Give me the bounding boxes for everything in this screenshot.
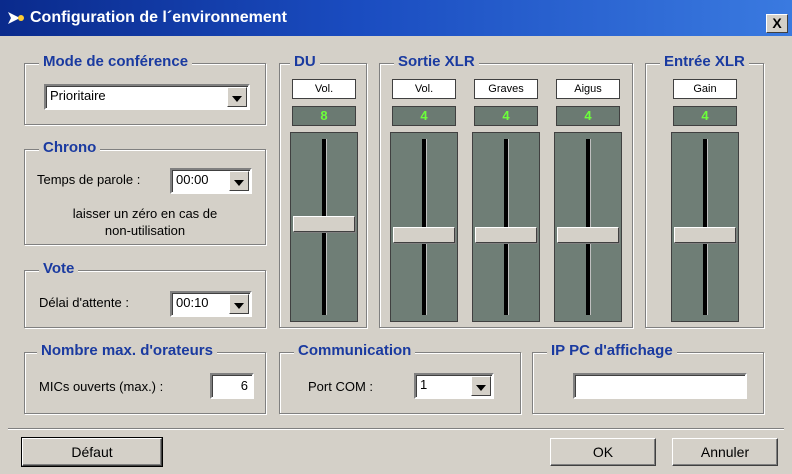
chrono-title: Chrono bbox=[39, 139, 101, 156]
app-icon bbox=[8, 12, 24, 24]
chrono-value: 00:00 bbox=[176, 172, 209, 187]
config-dialog: Configuration de l´environnement X Mode … bbox=[0, 0, 792, 474]
orateurs-value: 6 bbox=[240, 378, 248, 393]
mode-select[interactable]: Prioritaire bbox=[44, 84, 250, 110]
sortie-aigus-value: 4 bbox=[556, 106, 620, 126]
communication-label: Port COM : bbox=[308, 379, 374, 394]
cancel-button[interactable]: Annuler bbox=[672, 438, 778, 466]
chevron-down-icon[interactable] bbox=[227, 87, 247, 107]
vote-title: Vote bbox=[39, 260, 79, 277]
entree-gain-label: Gain bbox=[673, 79, 737, 99]
slider-knob[interactable] bbox=[293, 215, 355, 232]
entree-group: Entrée XLR Gain 4 bbox=[645, 53, 764, 328]
sortie-graves-slider[interactable] bbox=[472, 132, 540, 322]
vote-value: 00:10 bbox=[176, 295, 209, 310]
chevron-down-icon[interactable] bbox=[471, 376, 491, 396]
default-button-label: Défaut bbox=[71, 444, 113, 460]
sortie-title: Sortie XLR bbox=[394, 53, 479, 70]
chrono-select[interactable]: 00:00 bbox=[170, 168, 252, 194]
vote-label: Délai d'attente : bbox=[39, 295, 129, 310]
chevron-down-icon[interactable] bbox=[229, 171, 249, 191]
chevron-down-icon[interactable] bbox=[229, 294, 249, 314]
du-title: DU bbox=[290, 53, 320, 70]
default-button[interactable]: Défaut bbox=[21, 437, 163, 467]
chrono-group: Chrono Temps de parole : 00:00 laisser u… bbox=[24, 139, 266, 245]
ip-group: IP PC d'affichage bbox=[532, 342, 764, 414]
cancel-button-label: Annuler bbox=[700, 444, 750, 460]
entree-gain-slider[interactable] bbox=[671, 132, 739, 322]
chrono-label: Temps de parole : bbox=[37, 172, 141, 187]
mode-group: Mode de conférence Prioritaire bbox=[24, 53, 266, 125]
entree-title: Entrée XLR bbox=[660, 53, 749, 70]
chrono-note-line1: laisser un zéro en cas de bbox=[72, 206, 218, 221]
orateurs-input[interactable]: 6 bbox=[210, 373, 254, 399]
sortie-vol-value: 4 bbox=[392, 106, 456, 126]
vote-group: Vote Délai d'attente : 00:10 bbox=[24, 260, 266, 328]
vote-select[interactable]: 00:10 bbox=[170, 291, 252, 317]
close-button[interactable]: X bbox=[766, 14, 788, 33]
orateurs-group: Nombre max. d'orateurs MICs ouverts (max… bbox=[24, 342, 266, 414]
slider-knob[interactable] bbox=[674, 227, 736, 243]
du-vol-value: 8 bbox=[292, 106, 356, 126]
sortie-vol-label: Vol. bbox=[392, 79, 456, 99]
port-com-select[interactable]: 1 bbox=[414, 373, 494, 399]
communication-title: Communication bbox=[294, 342, 416, 359]
sortie-graves-value: 4 bbox=[474, 106, 538, 126]
slider-knob[interactable] bbox=[557, 227, 619, 243]
du-group: DU Vol. 8 bbox=[279, 53, 367, 328]
ip-input[interactable] bbox=[573, 373, 747, 399]
ok-button-label: OK bbox=[592, 444, 614, 460]
chrono-note-line2: non-utilisation bbox=[104, 223, 186, 238]
slider-knob[interactable] bbox=[475, 227, 537, 243]
separator bbox=[8, 428, 784, 430]
sortie-graves-label: Graves bbox=[474, 79, 538, 99]
mode-value: Prioritaire bbox=[50, 88, 106, 103]
orateurs-label: MICs ouverts (max.) : bbox=[39, 379, 164, 394]
mode-title: Mode de conférence bbox=[39, 53, 193, 70]
port-com-value: 1 bbox=[420, 377, 428, 392]
du-vol-label: Vol. bbox=[292, 79, 356, 99]
communication-group: Communication Port COM : 1 bbox=[279, 342, 521, 414]
window-title: Configuration de l´environnement bbox=[30, 9, 287, 26]
title-bar: Configuration de l´environnement X bbox=[0, 0, 792, 36]
sortie-aigus-label: Aigus bbox=[556, 79, 620, 99]
ip-title: IP PC d'affichage bbox=[547, 342, 677, 359]
ok-button[interactable]: OK bbox=[550, 438, 656, 466]
entree-gain-value: 4 bbox=[673, 106, 737, 126]
du-vol-slider[interactable] bbox=[290, 132, 358, 322]
sortie-vol-slider[interactable] bbox=[390, 132, 458, 322]
slider-knob[interactable] bbox=[393, 227, 455, 243]
sortie-group: Sortie XLR Vol. 4 Graves 4 Aigus 4 bbox=[379, 53, 633, 328]
sortie-aigus-slider[interactable] bbox=[554, 132, 622, 322]
orateurs-title: Nombre max. d'orateurs bbox=[37, 342, 217, 359]
